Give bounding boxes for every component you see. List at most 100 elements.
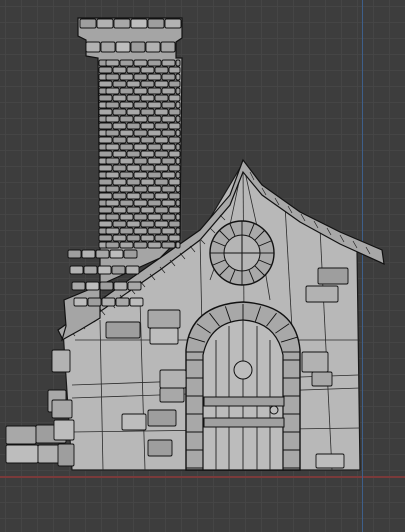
- chimney-brick: [133, 101, 148, 109]
- chimney-brick: [154, 80, 169, 88]
- chimney-brick: [127, 281, 142, 291]
- chimney-brick: [140, 136, 155, 144]
- chimney-brick: [126, 150, 141, 158]
- chimney-brick: [164, 18, 182, 29]
- 3d-viewport[interactable]: [0, 0, 405, 532]
- chimney-brick: [133, 171, 148, 179]
- chimney-brick: [161, 171, 176, 179]
- chimney-brick: [147, 227, 162, 235]
- round-window[interactable]: [209, 220, 275, 286]
- chimney-brick: [97, 265, 112, 275]
- chimney-brick: [147, 115, 162, 123]
- chimney-brick: [112, 66, 127, 74]
- chimney-brick: [175, 171, 181, 179]
- chimney-brick: [130, 18, 148, 29]
- chimney-brick: [133, 115, 148, 123]
- chimney-brick: [98, 220, 113, 228]
- chimney-brick: [147, 87, 162, 95]
- chimney-brick: [140, 178, 155, 186]
- chimney-brick: [175, 59, 181, 67]
- chimney-brick: [112, 164, 127, 172]
- chimney-brick: [147, 199, 162, 207]
- chimney-brick: [147, 59, 162, 67]
- chimney-brick: [168, 150, 181, 158]
- chimney-brick: [161, 73, 176, 81]
- chimney-brick: [109, 249, 124, 259]
- chimney-brick: [105, 227, 120, 235]
- chimney-brick: [95, 249, 110, 259]
- arched-door[interactable]: [185, 301, 301, 471]
- chimney-brick: [105, 171, 120, 179]
- chimney-brick: [161, 129, 176, 137]
- chimney-brick: [161, 157, 176, 165]
- chimney-brick: [112, 80, 127, 88]
- chimney-brick: [105, 73, 120, 81]
- chimney-brick: [133, 73, 148, 81]
- wall-stone: [147, 409, 177, 427]
- chimney-brick: [126, 108, 141, 116]
- wall-stone: [149, 327, 179, 345]
- chimney-brick: [154, 136, 169, 144]
- chimney-brick: [168, 80, 181, 88]
- chimney-brick: [147, 157, 162, 165]
- chimney-brick: [112, 136, 127, 144]
- chimney-brick: [161, 241, 176, 249]
- chimney-brick: [112, 150, 127, 158]
- chimney-brick: [175, 101, 181, 109]
- chimney-brick: [140, 80, 155, 88]
- door-knob[interactable]: [233, 360, 253, 380]
- chimney-brick: [133, 199, 148, 207]
- chimney-brick: [175, 143, 181, 151]
- chimney-brick: [140, 150, 155, 158]
- chimney-brick: [168, 220, 181, 228]
- chimney-brick: [126, 220, 141, 228]
- wall-stone: [317, 267, 349, 285]
- chimney-brick: [147, 213, 162, 221]
- chimney-brick: [125, 265, 140, 275]
- chimney-brick: [83, 265, 98, 275]
- chimney-brick: [119, 227, 134, 235]
- chimney-brick: [133, 213, 148, 221]
- chimney-brick: [154, 108, 169, 116]
- chimney-brick: [168, 122, 181, 130]
- chimney-brick: [98, 80, 113, 88]
- chimney-brick: [105, 213, 120, 221]
- chimney-brick: [168, 108, 181, 116]
- chimney-brick: [175, 157, 181, 165]
- chimney-brick: [140, 164, 155, 172]
- chimney-brick: [105, 157, 120, 165]
- chimney-brick: [112, 108, 127, 116]
- chimney-brick: [67, 249, 82, 259]
- chimney-brick: [112, 192, 127, 200]
- chimney-brick: [119, 185, 134, 193]
- chimney-brick: [79, 18, 97, 29]
- pile-stone: [51, 399, 73, 419]
- chimney-brick: [112, 122, 127, 130]
- chimney-brick: [98, 234, 113, 242]
- chimney-brick: [101, 297, 116, 307]
- wall-stone: [301, 351, 329, 373]
- chimney-brick: [87, 297, 102, 307]
- chimney-brick: [147, 185, 162, 193]
- chimney-brick: [113, 18, 131, 29]
- chimney-brick: [154, 206, 169, 214]
- chimney-brick: [123, 249, 138, 259]
- wall-stone: [159, 369, 187, 389]
- chimney-brick: [115, 41, 131, 53]
- scene-mesh[interactable]: [0, 0, 405, 532]
- chimney-brick: [168, 178, 181, 186]
- chimney-brick: [85, 41, 101, 53]
- chimney-brick: [140, 66, 155, 74]
- chimney-brick: [119, 115, 134, 123]
- chimney-brick: [113, 281, 128, 291]
- chimney-brick: [161, 227, 176, 235]
- pile-stone: [53, 419, 75, 441]
- chimney-brick: [147, 171, 162, 179]
- chimney-brick: [145, 41, 161, 53]
- chimney-brick: [154, 66, 169, 74]
- chimney-brick: [99, 281, 114, 291]
- chimney-brick: [112, 234, 127, 242]
- stone-pile: [5, 399, 75, 467]
- chimney-brick: [147, 129, 162, 137]
- chimney-brick: [133, 185, 148, 193]
